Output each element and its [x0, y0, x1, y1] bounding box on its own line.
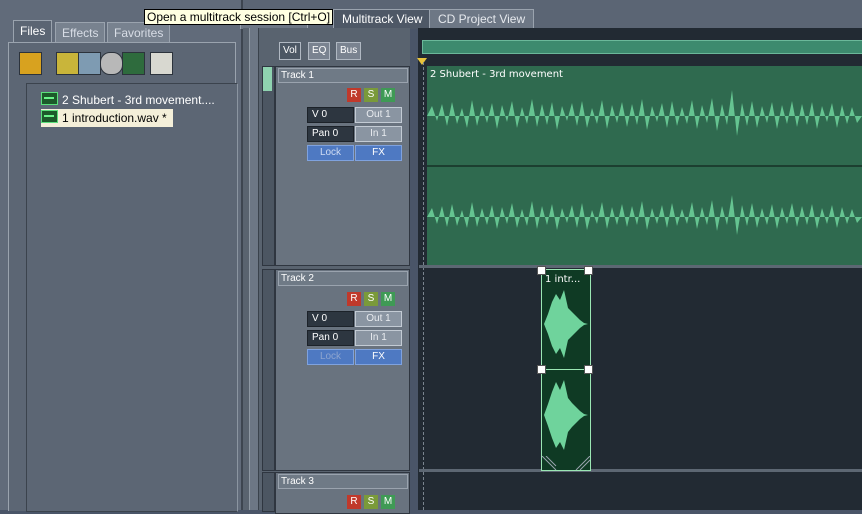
file-name: 1 introduction.wav *: [62, 111, 167, 125]
solo-button[interactable]: S: [364, 292, 378, 306]
level-meter-fill: [263, 67, 272, 91]
clip-corner-handle[interactable]: [584, 266, 593, 275]
level-meter: [262, 472, 275, 512]
tooltip: Open a multitrack session [Ctrl+O]: [144, 9, 334, 25]
playhead-marker[interactable]: [417, 58, 427, 65]
input-button[interactable]: In 1: [355, 126, 402, 142]
mute-button[interactable]: M: [381, 495, 395, 509]
record-icon[interactable]: [100, 52, 123, 75]
lock-button[interactable]: Lock: [307, 145, 354, 161]
pan-field[interactable]: Pan 0: [307, 330, 354, 346]
fx-button[interactable]: FX: [355, 145, 402, 161]
tab-vol[interactable]: Vol: [279, 42, 301, 60]
playhead-line: [423, 62, 425, 510]
record-arm-button[interactable]: R: [347, 292, 361, 306]
track-divider: [419, 469, 862, 472]
wave-file-icon: [41, 92, 58, 105]
splitter[interactable]: [249, 28, 259, 510]
open-file-icon[interactable]: [19, 52, 42, 75]
insert-into-session-icon[interactable]: [78, 52, 101, 75]
mute-button[interactable]: M: [381, 292, 395, 306]
clip-label: 1 intr...: [545, 274, 581, 285]
tab-files[interactable]: Files: [13, 20, 53, 43]
audio-clip-shubert[interactable]: [427, 66, 862, 265]
solo-button[interactable]: S: [364, 88, 378, 102]
wave-file-icon: [41, 110, 58, 123]
output-button[interactable]: Out 1: [355, 107, 402, 123]
waveform-channel-right: [544, 380, 588, 450]
open-folder-icon[interactable]: [56, 52, 79, 75]
track-2-controls: Track 2 R S M V 0 Out 1 Pan 0 In 1 Lock …: [275, 269, 410, 471]
file-list: 2 Shubert - 3rd movement.... 1 introduct…: [26, 83, 238, 512]
record-arm-button[interactable]: R: [347, 495, 361, 509]
lock-button[interactable]: Lock: [307, 349, 354, 365]
track-name[interactable]: Track 3: [278, 474, 408, 489]
track-name[interactable]: Track 2: [278, 271, 408, 286]
channel-divider: [542, 369, 590, 370]
level-meter: [262, 66, 275, 266]
time-ruler[interactable]: [422, 40, 862, 54]
tab-bus[interactable]: Bus: [336, 42, 362, 60]
file-name: 2 Shubert - 3rd movement....: [62, 93, 215, 107]
solo-button[interactable]: S: [364, 495, 378, 509]
fade-handles[interactable]: [542, 456, 590, 470]
tab-effects[interactable]: Effects: [55, 22, 106, 43]
clip-corner-handle[interactable]: [537, 365, 546, 374]
pan-field[interactable]: Pan 0: [307, 126, 354, 142]
view-tab-bar: Edit View Multitrack View CD Project Vie…: [240, 0, 862, 29]
clip-label: 2 Shubert - 3rd movement: [430, 69, 563, 80]
tab-favorites[interactable]: Favorites: [107, 22, 171, 43]
volume-field[interactable]: V 0: [307, 311, 354, 327]
list-item[interactable]: 2 Shubert - 3rd movement....: [41, 91, 215, 109]
volume-field[interactable]: V 0: [307, 107, 354, 123]
waveform-channel-left: [544, 290, 588, 358]
output-button[interactable]: Out 1: [355, 311, 402, 327]
clip-corner-handle[interactable]: [584, 365, 593, 374]
tab-cd-project-view[interactable]: CD Project View: [429, 9, 535, 29]
record-arm-button[interactable]: R: [347, 88, 361, 102]
options-icon[interactable]: [150, 52, 173, 75]
waveform-channel-left: [427, 90, 862, 136]
track-name[interactable]: Track 1: [278, 68, 408, 83]
level-meter: [262, 269, 275, 471]
tab-multitrack-view[interactable]: Multitrack View: [333, 9, 432, 29]
list-item-selected[interactable]: 1 introduction.wav *: [41, 109, 173, 127]
waveform-channel-right: [427, 195, 862, 235]
waveform-view-icon[interactable]: [122, 52, 145, 75]
mute-button[interactable]: M: [381, 88, 395, 102]
input-button[interactable]: In 1: [355, 330, 402, 346]
fx-button[interactable]: FX: [355, 349, 402, 365]
track-1-controls: Track 1 R S M V 0 Out 1 Pan 0 In 1 Lock …: [275, 66, 410, 266]
tab-eq[interactable]: EQ: [308, 42, 331, 60]
track-divider: [419, 265, 862, 268]
track-3-controls: Track 3 R S M: [275, 472, 410, 514]
clip-corner-handle[interactable]: [537, 266, 546, 275]
